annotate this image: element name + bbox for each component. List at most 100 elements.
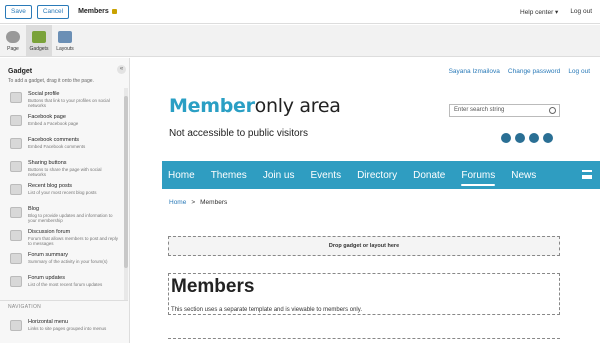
twitter-icon[interactable]	[515, 133, 525, 143]
forum-icon	[10, 230, 22, 241]
gadget-name: Horizontal menu	[28, 319, 69, 325]
gadget-name: Forum updates	[28, 275, 65, 281]
facebook-icon	[10, 115, 22, 126]
gadget-desc: List of the most recent forum updates	[28, 282, 103, 287]
tab-layouts-label: Layouts	[56, 45, 74, 52]
gadget-name: Facebook page	[28, 114, 66, 120]
forum-summary-icon	[10, 253, 22, 264]
gadget-name: Sharing buttons	[28, 160, 67, 166]
site-tagline: Not accessible to public visitors	[169, 128, 308, 139]
breadcrumb: Home > Members	[169, 199, 227, 206]
search-icon[interactable]	[549, 107, 556, 114]
blog-posts-icon	[10, 184, 22, 195]
top-right-links: Help center ▾ Log out	[520, 8, 592, 16]
nav-home[interactable]: Home	[168, 170, 195, 181]
gadget-desc: Blog to provide updates and information …	[28, 213, 113, 224]
blog-icon	[10, 207, 22, 218]
site-navbar: Home Themes Join us Events Directory Don…	[162, 161, 600, 189]
gadget-facebook-comments[interactable]: Facebook comments Embed Facebook comment…	[0, 134, 124, 157]
search-input[interactable]: Enter search string	[449, 104, 560, 117]
gadget-desc: List of your most recent blog posts	[28, 190, 97, 195]
gadget-name: Social profile	[28, 91, 60, 97]
gadgets-icon	[32, 30, 46, 43]
social-links	[501, 133, 553, 143]
tab-gadgets-label: Gadgets	[29, 45, 49, 52]
help-center-menu[interactable]: Help center ▾	[520, 8, 558, 16]
tab-gadgets[interactable]: Gadgets	[26, 25, 52, 57]
sidebar-scrollbar[interactable]	[124, 88, 128, 300]
gear-icon	[6, 30, 20, 43]
top-bar: Save Cancel Members Help center ▾ Log ou…	[0, 0, 600, 24]
gadget-forum-updates[interactable]: Forum updates List of the most recent fo…	[0, 272, 124, 295]
breadcrumb-separator: >	[191, 199, 196, 206]
gadget-desc: Summary of the activity in your forum(s)	[28, 259, 108, 264]
nav-themes[interactable]: Themes	[211, 170, 247, 181]
breadcrumb-current: Members	[200, 199, 228, 206]
linkedin-icon[interactable]	[529, 133, 539, 143]
hamburger-menu-icon[interactable]	[582, 170, 592, 179]
mode-toolbar: Page Gadgets Layouts	[0, 25, 600, 57]
gadget-sidebar: Gadget To add a gadget, drag it onto the…	[0, 58, 130, 343]
next-section[interactable]	[168, 338, 560, 343]
scrollbar-thumb[interactable]	[124, 96, 128, 268]
gadget-desc: Embed Facebook comments	[28, 144, 86, 149]
section-text: This section uses a separate template an…	[171, 307, 362, 313]
share-icon	[10, 161, 22, 172]
members-section[interactable]: Members This section uses a separate tem…	[168, 273, 560, 315]
gadget-discussion-forum[interactable]: Discussion forum Forum that allows membe…	[0, 226, 124, 249]
gadget-desc: Buttons that link to your profiles on so…	[28, 98, 110, 109]
comments-icon	[10, 138, 22, 149]
youtube-icon[interactable]	[543, 133, 553, 143]
site-title: Memberonly area	[169, 95, 341, 117]
site-title-accent: Member	[169, 95, 255, 117]
gadget-forum-summary[interactable]: Forum summary Summary of the activity in…	[0, 249, 124, 272]
gadget-name: Forum summary	[28, 252, 69, 258]
nav-news[interactable]: News	[511, 170, 536, 181]
gadget-sharing-buttons[interactable]: Sharing buttons Buttons to share the pag…	[0, 157, 124, 180]
cancel-button[interactable]: Cancel	[36, 4, 70, 19]
page-title: Members	[78, 8, 109, 15]
user-links: Sayana Izmailova Change password Log out	[449, 68, 590, 75]
tab-page[interactable]: Page	[0, 25, 26, 57]
gadget-name: Facebook comments	[28, 137, 80, 143]
drop-zone[interactable]: Drop gadget or layout here	[168, 236, 560, 256]
site-logout-link[interactable]: Log out	[568, 68, 590, 75]
change-password-link[interactable]: Change password	[508, 68, 560, 75]
gadget-list: Social profile Buttons that link to your…	[0, 88, 124, 295]
user-name-link[interactable]: Sayana Izmailova	[449, 68, 500, 75]
gadget-desc: Forum that allows members to post and re…	[28, 236, 119, 247]
gadget-recent-blog-posts[interactable]: Recent blog posts List of your most rece…	[0, 180, 124, 203]
gadget-name: Blog	[28, 206, 40, 212]
breadcrumb-home[interactable]: Home	[169, 199, 186, 206]
nav-directory[interactable]: Directory	[357, 170, 397, 181]
navigation-section-header: NAVIGATION	[0, 300, 128, 312]
gadget-desc: Embed a Facebook page	[28, 121, 79, 126]
collapse-sidebar-button[interactable]: «	[117, 65, 126, 74]
sidebar-subtitle: To add a gadget, drag it onto the page.	[8, 78, 94, 84]
nav-join-us[interactable]: Join us	[263, 170, 295, 181]
facebook-icon[interactable]	[501, 133, 511, 143]
gadget-desc: Links to site pages grouped into menus	[28, 326, 107, 331]
nav-donate[interactable]: Donate	[413, 170, 445, 181]
nav-forums[interactable]: Forums	[461, 170, 495, 186]
section-title: Members	[171, 276, 255, 297]
site-title-rest: only area	[254, 95, 341, 117]
menu-icon	[10, 320, 22, 331]
nav-events[interactable]: Events	[311, 170, 342, 181]
page-canvas: Sayana Izmailova Change password Log out…	[131, 58, 600, 343]
gadget-desc: Buttons to share the page with social ne…	[28, 167, 102, 178]
layouts-icon	[58, 30, 72, 43]
forum-updates-icon	[10, 276, 22, 287]
tab-page-label: Page	[7, 45, 19, 52]
gadget-name: Discussion forum	[28, 229, 71, 235]
save-button[interactable]: Save	[5, 4, 32, 19]
search-placeholder: Enter search string	[454, 107, 505, 113]
tab-layouts[interactable]: Layouts	[52, 25, 78, 57]
sidebar-title: Gadget	[8, 68, 33, 75]
gadget-blog[interactable]: Blog Blog to provide updates and informa…	[0, 203, 124, 226]
gadget-social-profile[interactable]: Social profile Buttons that link to your…	[0, 88, 124, 111]
lock-icon	[111, 9, 117, 14]
gadget-horizontal-menu[interactable]: Horizontal menu Links to site pages grou…	[0, 316, 124, 339]
logout-link[interactable]: Log out	[570, 8, 592, 16]
gadget-facebook-page[interactable]: Facebook page Embed a Facebook page	[0, 111, 124, 134]
